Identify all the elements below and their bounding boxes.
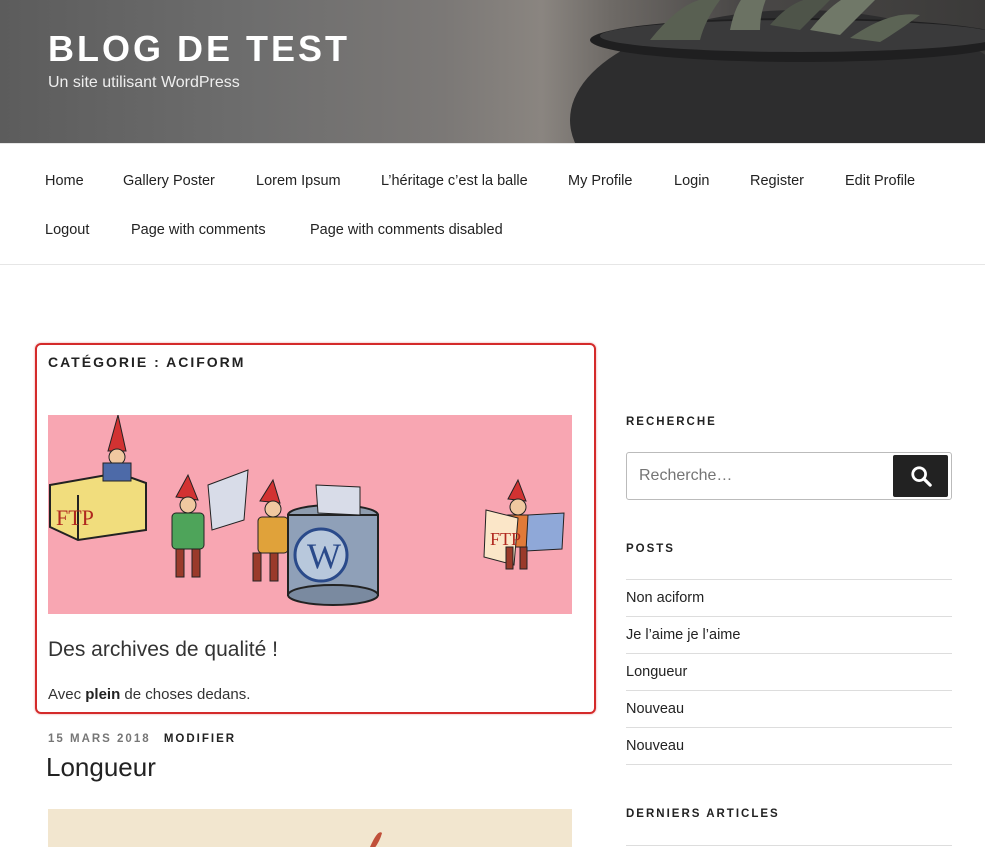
ftp-box-label: FTP [56,505,94,530]
posts-widget-title: POSTS [626,543,675,555]
page-title: CATÉGORIE : ACIFORM [48,354,246,370]
search-widget-title: RECHERCHE [626,416,717,428]
category-image: FTP W FTP [48,415,572,614]
archive-desc-bold: plein [85,686,121,703]
archive-description: Avec plein de choses dedans. [48,686,250,703]
posts-list-item[interactable]: Nouveau [626,728,952,765]
archive-desc-suffix: de choses dedans. [120,686,251,703]
site-tagline: Un site utilisant WordPress [48,74,240,91]
entry-meta: 15 MARS 2018 MODIFIER [48,733,236,745]
nav-item-register[interactable]: Register [750,173,804,189]
post-thumbnail-art [370,832,382,847]
site-title[interactable]: BLOG DE TEST [48,28,350,70]
gnomes-illustration: FTP W FTP [49,415,565,606]
wordpress-logo-label: W [307,536,341,576]
site-header: BLOG DE TEST Un site utilisant WordPress [0,0,985,143]
recent-posts-widget-title: DERNIERS ARTICLES [626,808,780,820]
post-title[interactable]: Longueur [46,752,156,783]
nav-item-my-profile[interactable]: My Profile [568,173,632,189]
nav-item-page-with-comments-disabled[interactable]: Page with comments disabled [310,222,503,238]
search-button[interactable] [893,455,948,497]
post-thumbnail[interactable] [48,809,572,847]
edit-post-link[interactable]: MODIFIER [164,733,236,745]
posts-list-item[interactable]: Nouveau [626,691,952,728]
archive-desc-prefix: Avec [48,686,86,703]
main-navigation: Home Gallery Poster Lorem Ipsum L’hérita… [0,143,985,265]
archive-description-heading: Des archives de qualité ! [48,638,278,661]
nav-item-heritage[interactable]: L’héritage c’est la balle [381,173,528,189]
nav-item-lorem-ipsum[interactable]: Lorem Ipsum [256,173,341,189]
posts-list-item[interactable]: Non aciform [626,580,952,617]
header-plant-image [570,0,985,143]
nav-item-logout[interactable]: Logout [45,222,89,238]
nav-item-login[interactable]: Login [674,173,709,189]
posts-list-item[interactable]: Je l’aime je l’aime [626,617,952,654]
posts-list-item[interactable]: Longueur [626,654,952,691]
nav-item-page-with-comments[interactable]: Page with comments [131,222,266,238]
search-icon [910,466,932,487]
post-date-link[interactable]: 15 MARS 2018 [48,733,151,745]
nav-item-gallery-poster[interactable]: Gallery Poster [123,173,215,189]
nav-item-edit-profile[interactable]: Edit Profile [845,173,915,189]
recent-posts-divider [626,845,952,846]
posts-list: Non aciform Je l’aime je l’aime Longueur… [626,579,952,765]
ftp-card-label: FTP [490,529,521,549]
nav-item-home[interactable]: Home [45,173,84,189]
